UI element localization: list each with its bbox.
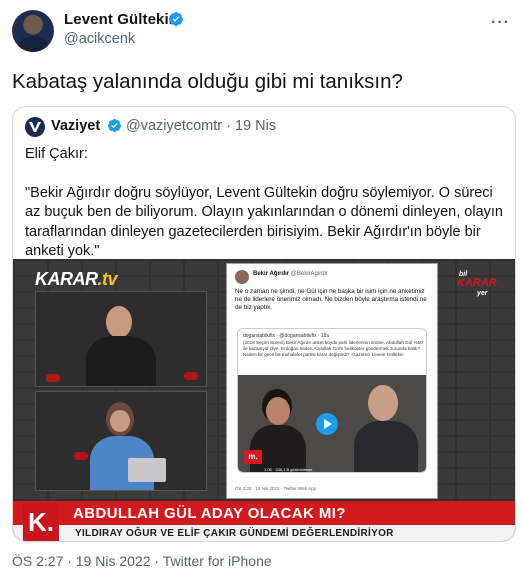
author-name[interactable]: Levent Gültekin xyxy=(64,11,178,28)
embedded-tweet-screenshot: Bekir Ağırdır @BekirAgirdir Ne o zaman n… xyxy=(226,263,438,499)
channel-logo: KARAR.tv xyxy=(35,269,118,289)
embedded-video: m. 1:05 · 336,1 B görüntüleme xyxy=(238,375,426,472)
embedded-footer: ÖS 3:20 · 19 Nis 2022 · Twitter Web App xyxy=(235,486,317,491)
video-frame[interactable]: KARAR.tv Bekir Ağırdır @BekirAgirdir Ne … xyxy=(13,259,515,541)
meta-separator: · xyxy=(226,118,231,134)
embedded-quote-text: (2018 Seçim Süreci) Bekir Ağırdır anket … xyxy=(243,340,423,357)
camera-feed-1 xyxy=(35,291,207,387)
embedded-name: Bekir Ağırdır @BekirAgirdir xyxy=(253,271,328,277)
embedded-views: 1:05 · 336,1 B görüntüleme xyxy=(264,467,313,472)
program-logo: bil KARAR yer xyxy=(457,271,497,297)
quoted-meta: @vaziyetcomtr · 19 Nis xyxy=(126,118,276,134)
tweet-timestamp[interactable]: ÖS 2:27 · 19 Nis 2022 · Twitter for iPho… xyxy=(12,553,272,569)
headline-text: ABDULLAH GÜL ADAY OLACAK MI? xyxy=(73,505,346,522)
quoted-date[interactable]: 19 Nis xyxy=(235,118,276,134)
verified-badge-icon xyxy=(168,12,183,26)
laptop xyxy=(128,458,166,482)
quoted-line-1: Elif Çakır: xyxy=(25,146,88,162)
tweet-text: Kabataş yalanında olduğu gibi mi tanıksı… xyxy=(12,70,403,93)
tweet: Levent Gültekin @acikcenk ··· Kabataş ya… xyxy=(0,0,524,581)
author-handle[interactable]: @acikcenk xyxy=(64,31,135,47)
embedded-avatar xyxy=(235,270,249,284)
subline-text: YILDIRAY OĞUR VE ELİF ÇAKIR GÜNDEMİ DEĞE… xyxy=(75,528,394,539)
karar-k-logo: K. xyxy=(23,503,59,541)
quoted-name[interactable]: Vaziyet xyxy=(51,118,100,134)
embedded-channel-badge: m. xyxy=(244,450,262,464)
embedded-quote: dogansabtkifix · @dogansabtkifix · 18s (… xyxy=(237,328,427,473)
play-icon xyxy=(316,413,338,435)
quoted-handle[interactable]: @vaziyetcomtr xyxy=(126,118,222,134)
quoted-avatar[interactable] xyxy=(25,117,45,137)
author-avatar[interactable] xyxy=(12,10,54,52)
quoted-tweet[interactable]: Vaziyet @vaziyetcomtr · 19 Nis Elif Çakı… xyxy=(12,106,516,542)
embedded-quote-head: dogansabtkifix · @dogansabtkifix · 18s xyxy=(243,333,329,339)
verified-badge-icon xyxy=(107,118,122,133)
embedded-text: Ne o zaman ne şimdi, ne Gül için ne başk… xyxy=(235,288,427,311)
camera-feed-2 xyxy=(35,391,207,491)
more-icon[interactable]: ··· xyxy=(491,14,510,32)
quoted-line-2: "Bekir Ağırdır doğru söylüyor, Levent Gü… xyxy=(25,184,503,260)
